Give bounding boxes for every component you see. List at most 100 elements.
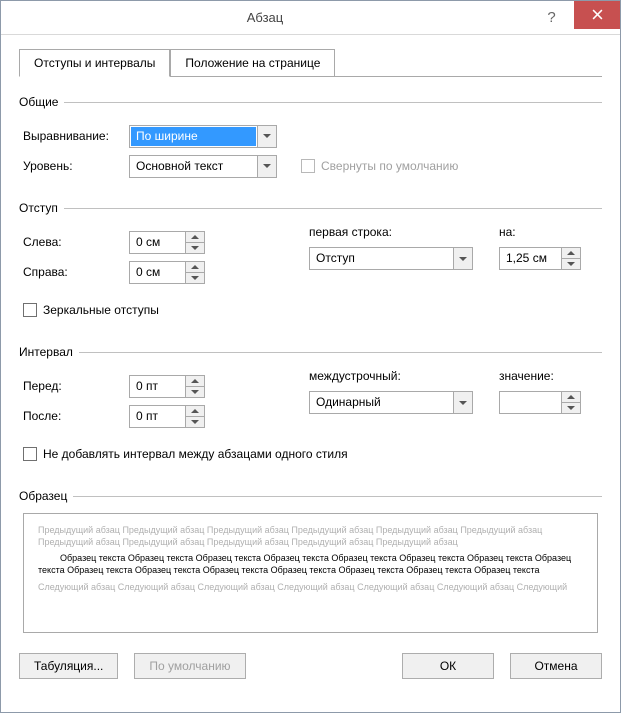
indent-by-label: на:: [499, 225, 598, 241]
indent-right-label: Справа:: [23, 265, 129, 279]
arrow-down-icon: [567, 262, 575, 266]
group-preview-legend: Образец: [19, 489, 73, 503]
tabs-button-label: Табуляция...: [34, 659, 103, 673]
noadd-checkbox[interactable]: [23, 447, 37, 461]
arrow-down-icon: [567, 406, 575, 410]
arrow-up-icon: [191, 409, 199, 413]
indent-left-value: 0 см: [130, 232, 185, 253]
spin-up-button[interactable]: [562, 248, 580, 259]
chevron-down-icon: [263, 164, 271, 168]
firstline-dropdown-button[interactable]: [453, 248, 472, 269]
firstline-value: Отступ: [310, 248, 453, 269]
dialog-body: Отступы и интервалы Положение на страниц…: [1, 35, 620, 712]
spacing-after-label: После:: [23, 409, 129, 423]
tabs-button[interactable]: Табуляция...: [19, 653, 118, 679]
spacing-at-spinner[interactable]: [499, 391, 581, 414]
alignment-value: По ширине: [131, 127, 256, 146]
spacing-after-value: 0 пт: [130, 406, 185, 427]
close-button[interactable]: [574, 1, 620, 29]
spin-down-button[interactable]: [562, 259, 580, 269]
tab-strip: Отступы и интервалы Положение на страниц…: [19, 49, 602, 77]
ok-button[interactable]: ОК: [402, 653, 494, 679]
alignment-label: Выравнивание:: [23, 129, 129, 143]
arrow-up-icon: [567, 251, 575, 255]
spin-up-button[interactable]: [186, 406, 204, 417]
tab-indents-label: Отступы и интервалы: [34, 56, 155, 70]
preview-next-text: Следующий абзац Следующий абзац Следующи…: [38, 581, 583, 593]
group-indent: Отступ Слева: 0 см Справа:: [19, 201, 602, 327]
group-general: Общие Выравнивание: По ширине Уровень: О…: [19, 95, 602, 183]
chevron-down-icon: [459, 257, 467, 261]
firstline-label: первая строка:: [309, 225, 499, 241]
spacing-at-value: [500, 392, 561, 413]
titlebar: Абзац ?: [1, 1, 620, 35]
spacing-after-spinner[interactable]: 0 пт: [129, 405, 205, 428]
group-indent-legend: Отступ: [19, 201, 64, 215]
linespacing-value: Одинарный: [310, 392, 453, 413]
indent-by-value: 1,25 см: [500, 248, 561, 269]
preview-prev-text: Предыдущий абзац Предыдущий абзац Предыд…: [38, 524, 583, 548]
spacing-before-value: 0 пт: [130, 376, 185, 397]
tab-position-label: Положение на странице: [185, 56, 320, 70]
indent-right-value: 0 см: [130, 262, 185, 283]
spin-up-button[interactable]: [562, 392, 580, 403]
mirror-checkbox[interactable]: [23, 303, 37, 317]
ok-button-label: ОК: [440, 659, 456, 673]
default-button: По умолчанию: [134, 653, 245, 679]
dialog-title: Абзац: [1, 10, 529, 25]
close-icon: [592, 9, 603, 20]
group-general-legend: Общие: [19, 95, 64, 109]
arrow-up-icon: [191, 379, 199, 383]
linespacing-label: междустрочный:: [309, 369, 499, 385]
level-dropdown-button[interactable]: [257, 156, 276, 177]
alignment-select[interactable]: По ширине: [129, 125, 277, 148]
group-spacing-legend: Интервал: [19, 345, 79, 359]
spacing-before-spinner[interactable]: 0 пт: [129, 375, 205, 398]
spin-up-button[interactable]: [186, 232, 204, 243]
level-label: Уровень:: [23, 159, 129, 173]
spin-down-button[interactable]: [186, 243, 204, 253]
spin-up-button[interactable]: [186, 376, 204, 387]
arrow-down-icon: [191, 390, 199, 394]
collapsed-label: Свернуты по умолчанию: [321, 159, 458, 173]
cancel-button[interactable]: Отмена: [510, 653, 602, 679]
indent-right-spinner[interactable]: 0 см: [129, 261, 205, 284]
chevron-down-icon: [459, 401, 467, 405]
indent-left-spinner[interactable]: 0 см: [129, 231, 205, 254]
indent-left-label: Слева:: [23, 235, 129, 249]
arrow-up-icon: [567, 395, 575, 399]
tab-content: Общие Выравнивание: По ширине Уровень: О…: [19, 76, 602, 694]
group-preview: Образец Предыдущий абзац Предыдущий абза…: [19, 489, 602, 633]
tab-indents[interactable]: Отступы и интервалы: [19, 49, 170, 77]
spacing-at-label: значение:: [499, 369, 598, 385]
level-value: Основной текст: [130, 156, 257, 177]
default-button-label: По умолчанию: [149, 659, 230, 673]
linespacing-dropdown-button[interactable]: [453, 392, 472, 413]
level-select[interactable]: Основной текст: [129, 155, 277, 178]
arrow-down-icon: [191, 246, 199, 250]
linespacing-select[interactable]: Одинарный: [309, 391, 473, 414]
spin-down-button[interactable]: [186, 273, 204, 283]
tab-position[interactable]: Положение на странице: [170, 49, 335, 77]
spin-down-button[interactable]: [186, 417, 204, 427]
arrow-down-icon: [191, 276, 199, 280]
preview-box: Предыдущий абзац Предыдущий абзац Предыд…: [23, 513, 598, 633]
preview-sample-text: Образец текста Образец текста Образец те…: [38, 552, 583, 576]
spin-down-button[interactable]: [186, 387, 204, 397]
spacing-before-label: Перед:: [23, 379, 129, 393]
group-spacing: Интервал Перед: 0 пт После:: [19, 345, 602, 471]
button-row: Табуляция... По умолчанию ОК Отмена: [19, 637, 602, 679]
arrow-up-icon: [191, 235, 199, 239]
help-button[interactable]: ?: [529, 4, 574, 32]
noadd-label: Не добавлять интервал между абзацами одн…: [43, 447, 348, 461]
collapsed-checkbox: [301, 159, 315, 173]
spin-up-button[interactable]: [186, 262, 204, 273]
arrow-up-icon: [191, 265, 199, 269]
paragraph-dialog: Абзац ? Отступы и интервалы Положение на…: [0, 0, 621, 713]
chevron-down-icon: [263, 134, 271, 138]
firstline-select[interactable]: Отступ: [309, 247, 473, 270]
arrow-down-icon: [191, 420, 199, 424]
alignment-dropdown-button[interactable]: [257, 126, 276, 147]
indent-by-spinner[interactable]: 1,25 см: [499, 247, 581, 270]
spin-down-button[interactable]: [562, 403, 580, 413]
